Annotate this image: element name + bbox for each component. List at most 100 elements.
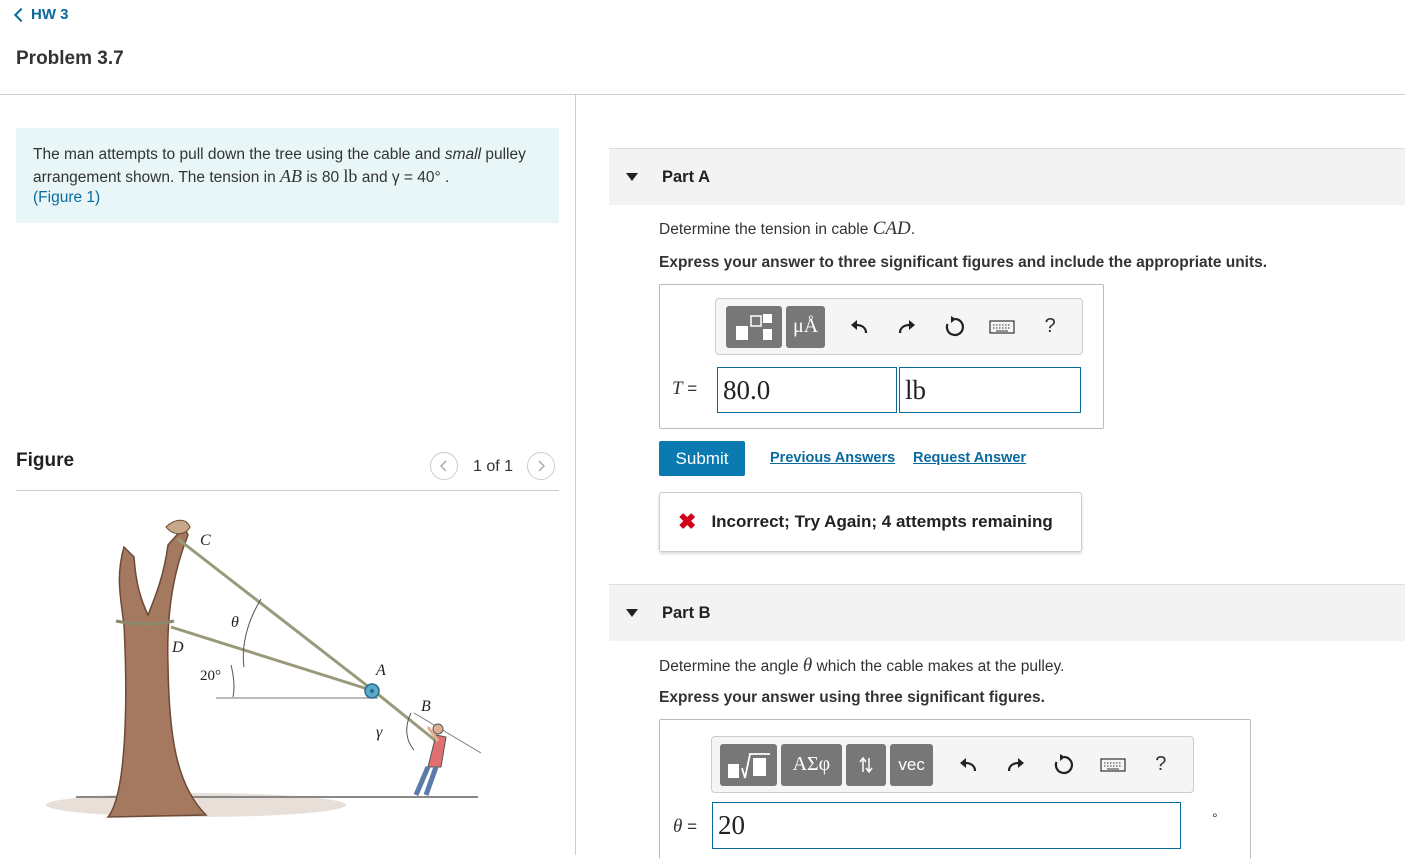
column-divider: [575, 95, 576, 855]
chevron-left-icon: [13, 7, 29, 23]
greek-symbols-button[interactable]: ΑΣφ: [781, 743, 842, 786]
greek-label: ΑΣφ: [792, 753, 831, 775]
keyboard-button[interactable]: [1096, 757, 1128, 773]
part-b-header[interactable]: Part B: [609, 584, 1405, 641]
reset-icon: [1055, 753, 1074, 774]
man-figure: [413, 723, 447, 796]
part-a-instruction: Express your answer to three significant…: [659, 254, 1268, 271]
pulley-hub: [370, 689, 374, 693]
intro-text: and γ = 40° .: [357, 168, 450, 186]
help-button[interactable]: ?: [1145, 753, 1177, 776]
chevron-right-icon: [538, 460, 545, 472]
figure-heading: Figure: [16, 450, 75, 471]
label-theta: θ: [231, 614, 239, 631]
tree-trunk: [106, 525, 208, 818]
templates-icon: [736, 313, 773, 340]
submit-button[interactable]: Submit: [659, 441, 745, 476]
keyboard-icon: [989, 319, 1015, 334]
previous-answers-link[interactable]: Previous Answers: [770, 450, 895, 466]
question-text: .: [910, 221, 915, 238]
vector-button[interactable]: vec: [889, 743, 934, 786]
answer-variable: T: [672, 378, 683, 399]
angle-20-arc: [230, 664, 235, 698]
figure-pager-text: 1 of 1: [473, 458, 514, 475]
back-link-label: HW 3: [31, 6, 69, 23]
answer-equals: =: [682, 817, 697, 836]
tree-top-cut: [165, 519, 191, 535]
part-a-header[interactable]: Part A: [609, 148, 1405, 205]
undo-icon: [851, 319, 868, 333]
reset-button[interactable]: [939, 315, 971, 338]
tree-pulley-figure: C D A B θ γ 20°: [46, 519, 482, 818]
part-b-title: Part B: [662, 603, 711, 622]
question-text: Determine the tension in cable: [659, 221, 873, 238]
collapse-triangle-icon: [626, 173, 638, 181]
keyboard-button[interactable]: [987, 319, 1019, 335]
label-angle-20: 20°: [200, 668, 221, 684]
intro-italic-text: small: [444, 146, 482, 163]
help-icon: ?: [1044, 315, 1056, 337]
feedback-text: Incorrect; Try Again; 4 attempts remaini…: [711, 512, 1053, 531]
intro-text: is 80: [302, 168, 344, 186]
collapse-triangle-icon: [626, 609, 638, 617]
tension-units-input[interactable]: lb: [899, 367, 1081, 413]
part-a-title: Part A: [662, 167, 710, 186]
templates-button[interactable]: [726, 305, 783, 348]
intro-variable: AB: [280, 165, 303, 186]
label-a: A: [375, 662, 386, 679]
intro-text: The man attempts to pull down the tree u…: [33, 146, 445, 163]
back-to-hw-link[interactable]: HW 3: [13, 6, 69, 23]
chevron-left-icon: [440, 460, 447, 472]
header-divider: [0, 94, 1405, 95]
units-label: μÅ: [793, 315, 819, 337]
label-d: D: [171, 639, 184, 656]
next-figure-button[interactable]: [527, 452, 555, 480]
vec-label: vec: [898, 754, 925, 774]
request-answer-link[interactable]: Request Answer: [913, 450, 1026, 466]
templates-button[interactable]: [720, 743, 778, 786]
page-title: Problem 3.7: [16, 48, 124, 69]
help-button[interactable]: ?: [1034, 315, 1066, 338]
question-variable: θ: [802, 655, 813, 676]
part-b-toolbar: ΑΣφ vec ?: [711, 736, 1194, 793]
part-b-answer-label: θ =: [673, 816, 697, 838]
part-a-toolbar: μÅ ?: [715, 298, 1083, 355]
arrows-updown-icon: [859, 756, 873, 773]
previous-figure-button[interactable]: [430, 452, 458, 480]
templates-icon: [727, 752, 770, 778]
tension-value-input[interactable]: 80.0: [717, 367, 897, 413]
part-a-question: Determine the tension in cable CAD.: [659, 218, 915, 240]
reset-icon: [945, 315, 964, 336]
degree-unit-symbol: °: [1212, 810, 1218, 826]
angle-value-input[interactable]: 20: [712, 802, 1181, 849]
redo-icon: [898, 319, 915, 333]
undo-button[interactable]: [951, 757, 983, 773]
answer-variable: θ: [673, 816, 683, 837]
label-b: B: [421, 698, 431, 715]
question-text: which the cable makes at the pulley.: [812, 658, 1065, 675]
figure-link[interactable]: (Figure 1): [33, 189, 100, 206]
label-c: C: [200, 532, 211, 549]
help-icon: ?: [1155, 753, 1167, 775]
reset-button[interactable]: [1048, 753, 1080, 776]
undo-icon: [959, 757, 976, 771]
problem-statement: The man attempts to pull down the tree u…: [16, 128, 559, 223]
answer-equals: =: [682, 379, 698, 398]
redo-button[interactable]: [1000, 757, 1032, 773]
figure-divider: [16, 490, 559, 491]
units-button[interactable]: μÅ: [786, 305, 826, 348]
undo-button[interactable]: [843, 319, 875, 335]
redo-icon: [1007, 757, 1024, 771]
intro-unit: lb: [343, 165, 358, 186]
question-text: Determine the angle: [659, 658, 803, 675]
part-b-instruction: Express your answer using three signific…: [659, 689, 1045, 706]
question-variable: CAD: [872, 218, 911, 239]
redo-button[interactable]: [891, 319, 923, 335]
feedback-message: ✖ Incorrect; Try Again; 4 attempts remai…: [659, 492, 1082, 552]
incorrect-x-icon: ✖: [678, 509, 697, 534]
part-a-answer-label: T =: [672, 378, 697, 400]
subscript-superscript-button[interactable]: [845, 743, 886, 786]
keyboard-icon: [1099, 757, 1126, 772]
theta-arc: [242, 598, 262, 668]
part-b-question: Determine the angle θ which the cable ma…: [659, 655, 1064, 677]
